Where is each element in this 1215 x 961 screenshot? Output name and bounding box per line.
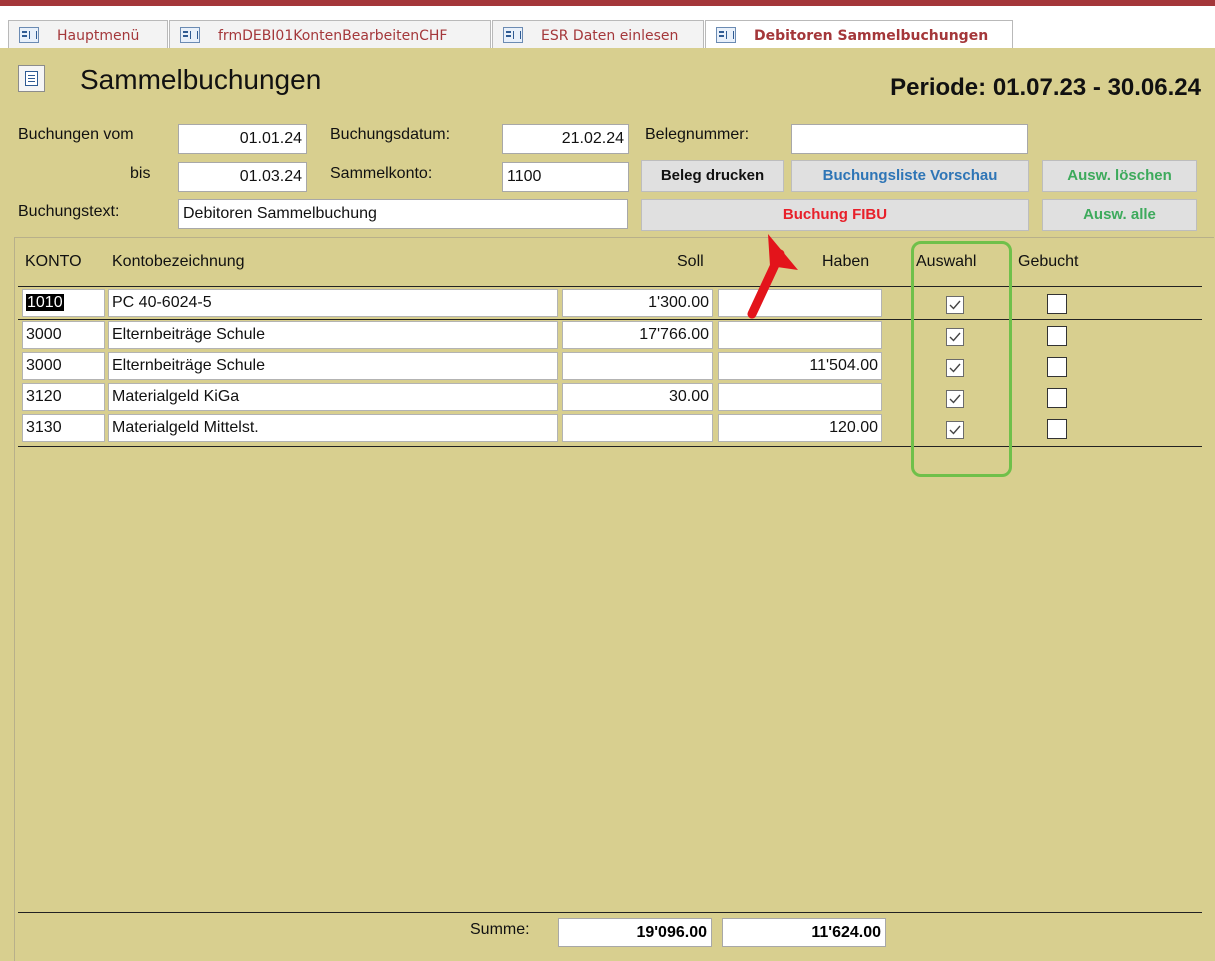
red-arrow-annotation — [747, 234, 798, 319]
form-icon — [19, 27, 39, 43]
form-icon — [716, 27, 736, 43]
buchungsliste-vorschau-button[interactable]: Buchungsliste Vorschau — [791, 160, 1029, 192]
tab-label: Debitoren Sammelbuchungen — [754, 28, 989, 44]
haben-cell[interactable] — [718, 383, 882, 411]
tab-hauptmenu[interactable]: Hauptmenü — [8, 20, 168, 51]
form-icon — [503, 27, 523, 43]
soll-cell[interactable]: 17'766.00 — [562, 321, 713, 349]
gebucht-checkbox[interactable] — [1047, 294, 1067, 314]
bezeichnung-cell[interactable]: Materialgeld Mittelst. — [108, 414, 558, 442]
gebucht-checkbox[interactable] — [1047, 357, 1067, 377]
ausw-alle-button[interactable]: Ausw. alle — [1042, 199, 1197, 231]
footer-divider — [18, 912, 1202, 913]
periode-label: Periode: 01.07.23 - 30.06.24 — [890, 74, 1201, 101]
haben-cell[interactable]: 11'504.00 — [718, 352, 882, 380]
auswahl-highlight-annotation — [911, 241, 1012, 477]
gebucht-checkbox[interactable] — [1047, 419, 1067, 439]
gebucht-checkbox[interactable] — [1047, 326, 1067, 346]
konto-cell[interactable]: 3120 — [22, 383, 105, 411]
document-tab-bar: Hauptmenü frmDEBI01KontenBearbeitenCHF E… — [0, 6, 1215, 53]
summe-label: Summe: — [470, 921, 530, 938]
bezeichnung-cell[interactable]: Materialgeld KiGa — [108, 383, 558, 411]
form-icon — [180, 27, 200, 43]
konto-value: 1010 — [26, 294, 64, 311]
buchungen-vom-label: Buchungen vom — [18, 126, 134, 143]
summe-haben-field: 11'624.00 — [722, 918, 886, 947]
bis-field[interactable]: 01.03.24 — [178, 162, 307, 192]
tab-konten-bearbeiten[interactable]: frmDEBI01KontenBearbeitenCHF — [169, 20, 491, 51]
tab-esr-daten[interactable]: ESR Daten einlesen — [492, 20, 704, 51]
buchungstext-field[interactable]: Debitoren Sammelbuchung — [178, 199, 628, 229]
beleg-drucken-button[interactable]: Beleg drucken — [641, 160, 784, 192]
belegnummer-field[interactable] — [791, 124, 1028, 154]
gebucht-checkbox[interactable] — [1047, 388, 1067, 408]
konto-cell[interactable]: 3000 — [22, 321, 105, 349]
bezeichnung-cell[interactable]: Elternbeiträge Schule — [108, 352, 558, 380]
sammelkonto-label: Sammelkonto: — [330, 165, 433, 182]
soll-cell[interactable] — [562, 414, 713, 442]
row-divider — [18, 446, 1202, 447]
konto-cell[interactable]: 3000 — [22, 352, 105, 380]
soll-cell[interactable]: 1'300.00 — [562, 289, 713, 317]
column-header-konto: KONTO — [25, 253, 82, 270]
page-title: Sammelbuchungen — [80, 64, 322, 95]
buchung-fibu-button[interactable]: Buchung FIBU — [641, 199, 1029, 231]
row-divider — [18, 319, 1202, 320]
soll-cell[interactable] — [562, 352, 713, 380]
tab-label: frmDEBI01KontenBearbeitenCHF — [218, 28, 448, 44]
tab-label: Hauptmenü — [57, 28, 140, 44]
row-divider — [18, 286, 1202, 287]
column-header-gebucht: Gebucht — [1018, 253, 1079, 270]
tab-label: ESR Daten einlesen — [541, 28, 679, 44]
buchungen-vom-field[interactable]: 01.01.24 — [178, 124, 307, 154]
summe-soll-field: 19'096.00 — [558, 918, 712, 947]
sammelkonto-field[interactable]: 1100 — [502, 162, 629, 192]
form-view-icon[interactable] — [18, 65, 45, 92]
bezeichnung-cell[interactable]: PC 40-6024-5 — [108, 289, 558, 317]
buchungstext-label: Buchungstext: — [18, 203, 120, 220]
belegnummer-label: Belegnummer: — [645, 126, 750, 143]
haben-cell[interactable] — [718, 321, 882, 349]
column-header-soll: Soll — [677, 253, 704, 270]
konto-cell[interactable]: 3130 — [22, 414, 105, 442]
soll-cell[interactable]: 30.00 — [562, 383, 713, 411]
ausw-loeschen-button[interactable]: Ausw. löschen — [1042, 160, 1197, 192]
column-header-haben: Haben — [822, 253, 870, 270]
buchungsdatum-field[interactable]: 21.02.24 — [502, 124, 629, 154]
haben-cell[interactable]: 120.00 — [718, 414, 882, 442]
buchungsdatum-label: Buchungsdatum: — [330, 126, 451, 143]
konto-cell[interactable]: 1010 — [22, 289, 105, 317]
bezeichnung-cell[interactable]: Elternbeiträge Schule — [108, 321, 558, 349]
bis-label: bis — [130, 165, 151, 182]
column-header-kontobezeichnung: Kontobezeichnung — [112, 253, 245, 270]
